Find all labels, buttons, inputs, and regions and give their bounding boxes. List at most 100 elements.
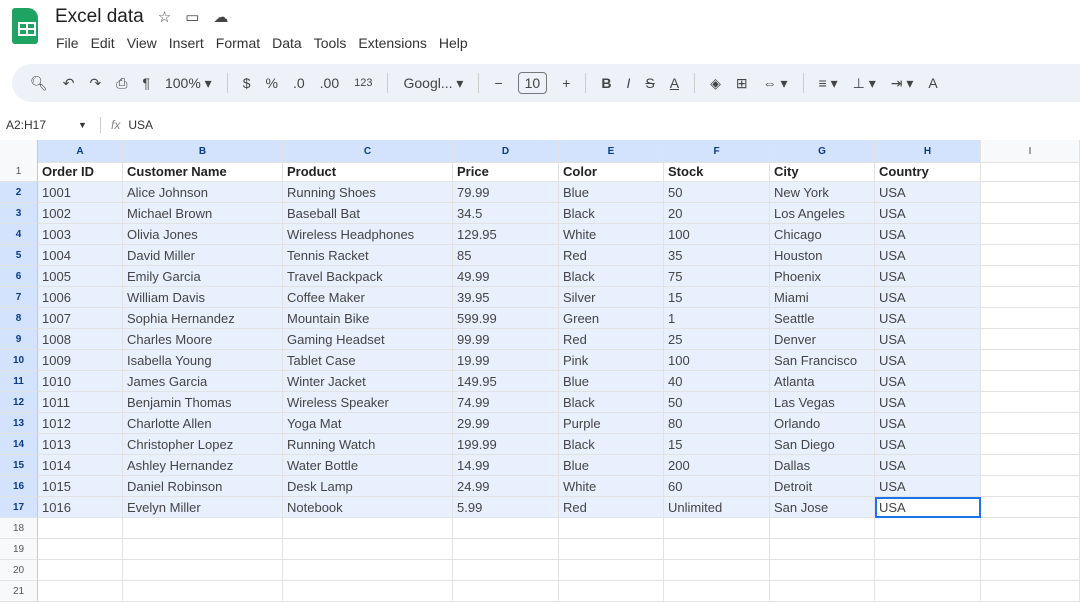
menu-view[interactable]: View (127, 35, 157, 51)
cell-H7[interactable]: USA (875, 287, 981, 308)
cell-G4[interactable]: Chicago (770, 224, 875, 245)
cell-F4[interactable]: 100 (664, 224, 770, 245)
cell-G3[interactable]: Los Angeles (770, 203, 875, 224)
cell-I5[interactable] (981, 245, 1080, 266)
cell-C21[interactable] (283, 581, 453, 602)
cell-F18[interactable] (664, 518, 770, 539)
cell-F8[interactable]: 1 (664, 308, 770, 329)
cell-A11[interactable]: 1010 (38, 371, 123, 392)
column-header-I[interactable]: I (981, 140, 1080, 163)
cell-A16[interactable]: 1015 (38, 476, 123, 497)
cell-B2[interactable]: Alice Johnson (123, 182, 283, 203)
cell-H3[interactable]: USA (875, 203, 981, 224)
cell-E4[interactable]: White (559, 224, 664, 245)
cell-A5[interactable]: 1004 (38, 245, 123, 266)
cell-D4[interactable]: 129.95 (453, 224, 559, 245)
cell-B12[interactable]: Benjamin Thomas (123, 392, 283, 413)
cell-A15[interactable]: 1014 (38, 455, 123, 476)
row-header-17[interactable]: 17 (0, 497, 38, 518)
cell-I3[interactable] (981, 203, 1080, 224)
cell-A4[interactable]: 1003 (38, 224, 123, 245)
cell-D11[interactable]: 149.95 (453, 371, 559, 392)
redo-icon[interactable]: ↷ (90, 75, 102, 92)
cell-G17[interactable]: San Jose (770, 497, 875, 518)
cell-G16[interactable]: Detroit (770, 476, 875, 497)
cell-E9[interactable]: Red (559, 329, 664, 350)
cell-H17[interactable]: USA (875, 497, 981, 518)
cell-B21[interactable] (123, 581, 283, 602)
cell-G6[interactable]: Phoenix (770, 266, 875, 287)
cell-H6[interactable]: USA (875, 266, 981, 287)
cell-C2[interactable]: Running Shoes (283, 182, 453, 203)
menu-file[interactable]: File (56, 35, 79, 51)
cell-B19[interactable] (123, 539, 283, 560)
row-header-5[interactable]: 5 (0, 245, 38, 266)
cell-E11[interactable]: Blue (559, 371, 664, 392)
cell-E3[interactable]: Black (559, 203, 664, 224)
column-header-C[interactable]: C (283, 140, 453, 163)
cell-F5[interactable]: 35 (664, 245, 770, 266)
move-folder-icon[interactable]: ▭ (185, 8, 199, 26)
zoom-select[interactable]: 100% ▾ (165, 75, 212, 92)
cell-C13[interactable]: Yoga Mat (283, 413, 453, 434)
row-header-7[interactable]: 7 (0, 287, 38, 308)
cell-E12[interactable]: Black (559, 392, 664, 413)
cell-F11[interactable]: 40 (664, 371, 770, 392)
cell-A12[interactable]: 1011 (38, 392, 123, 413)
cell-B13[interactable]: Charlotte Allen (123, 413, 283, 434)
cell-F21[interactable] (664, 581, 770, 602)
print-icon[interactable]: ⎙ (116, 75, 127, 92)
cell-F16[interactable]: 60 (664, 476, 770, 497)
cell-G5[interactable]: Houston (770, 245, 875, 266)
cell-G1[interactable]: City (770, 161, 875, 182)
cell-G15[interactable]: Dallas (770, 455, 875, 476)
cell-H21[interactable] (875, 581, 981, 602)
cell-B10[interactable]: Isabella Young (123, 350, 283, 371)
font-size-input[interactable]: 10 (517, 72, 548, 94)
cell-F6[interactable]: 75 (664, 266, 770, 287)
cell-G19[interactable] (770, 539, 875, 560)
cell-C16[interactable]: Desk Lamp (283, 476, 453, 497)
cell-F10[interactable]: 100 (664, 350, 770, 371)
cell-G12[interactable]: Las Vegas (770, 392, 875, 413)
cell-D9[interactable]: 99.99 (453, 329, 559, 350)
cell-H18[interactable] (875, 518, 981, 539)
cell-H4[interactable]: USA (875, 224, 981, 245)
row-header-3[interactable]: 3 (0, 203, 38, 224)
row-header-2[interactable]: 2 (0, 182, 38, 203)
cell-D20[interactable] (453, 560, 559, 581)
cell-I16[interactable] (981, 476, 1080, 497)
cell-H16[interactable]: USA (875, 476, 981, 497)
cell-F17[interactable]: Unlimited (664, 497, 770, 518)
borders-icon[interactable]: ⊞ (736, 75, 748, 92)
formula-input[interactable]: USA (128, 118, 153, 132)
cell-F7[interactable]: 15 (664, 287, 770, 308)
cell-I19[interactable] (981, 539, 1080, 560)
currency-button[interactable]: $ (243, 75, 251, 91)
cell-E8[interactable]: Green (559, 308, 664, 329)
cell-C12[interactable]: Wireless Speaker (283, 392, 453, 413)
column-header-F[interactable]: F (664, 140, 770, 163)
cell-B11[interactable]: James Garcia (123, 371, 283, 392)
text-rotation-icon[interactable]: A (928, 75, 937, 91)
menu-data[interactable]: Data (272, 35, 302, 51)
cell-C18[interactable] (283, 518, 453, 539)
cell-E14[interactable]: Black (559, 434, 664, 455)
cell-D14[interactable]: 199.99 (453, 434, 559, 455)
cell-C8[interactable]: Mountain Bike (283, 308, 453, 329)
cell-B8[interactable]: Sophia Hernandez (123, 308, 283, 329)
merge-cells-icon[interactable]: ⇔ ▾ (763, 75, 788, 92)
cell-E16[interactable]: White (559, 476, 664, 497)
cell-C6[interactable]: Travel Backpack (283, 266, 453, 287)
cell-I13[interactable] (981, 413, 1080, 434)
cell-H14[interactable]: USA (875, 434, 981, 455)
cell-A8[interactable]: 1007 (38, 308, 123, 329)
cell-D12[interactable]: 74.99 (453, 392, 559, 413)
column-header-G[interactable]: G (770, 140, 875, 163)
cell-H19[interactable] (875, 539, 981, 560)
cell-B1[interactable]: Customer Name (123, 161, 283, 182)
cell-A14[interactable]: 1013 (38, 434, 123, 455)
cell-F3[interactable]: 20 (664, 203, 770, 224)
cell-I6[interactable] (981, 266, 1080, 287)
cell-H2[interactable]: USA (875, 182, 981, 203)
